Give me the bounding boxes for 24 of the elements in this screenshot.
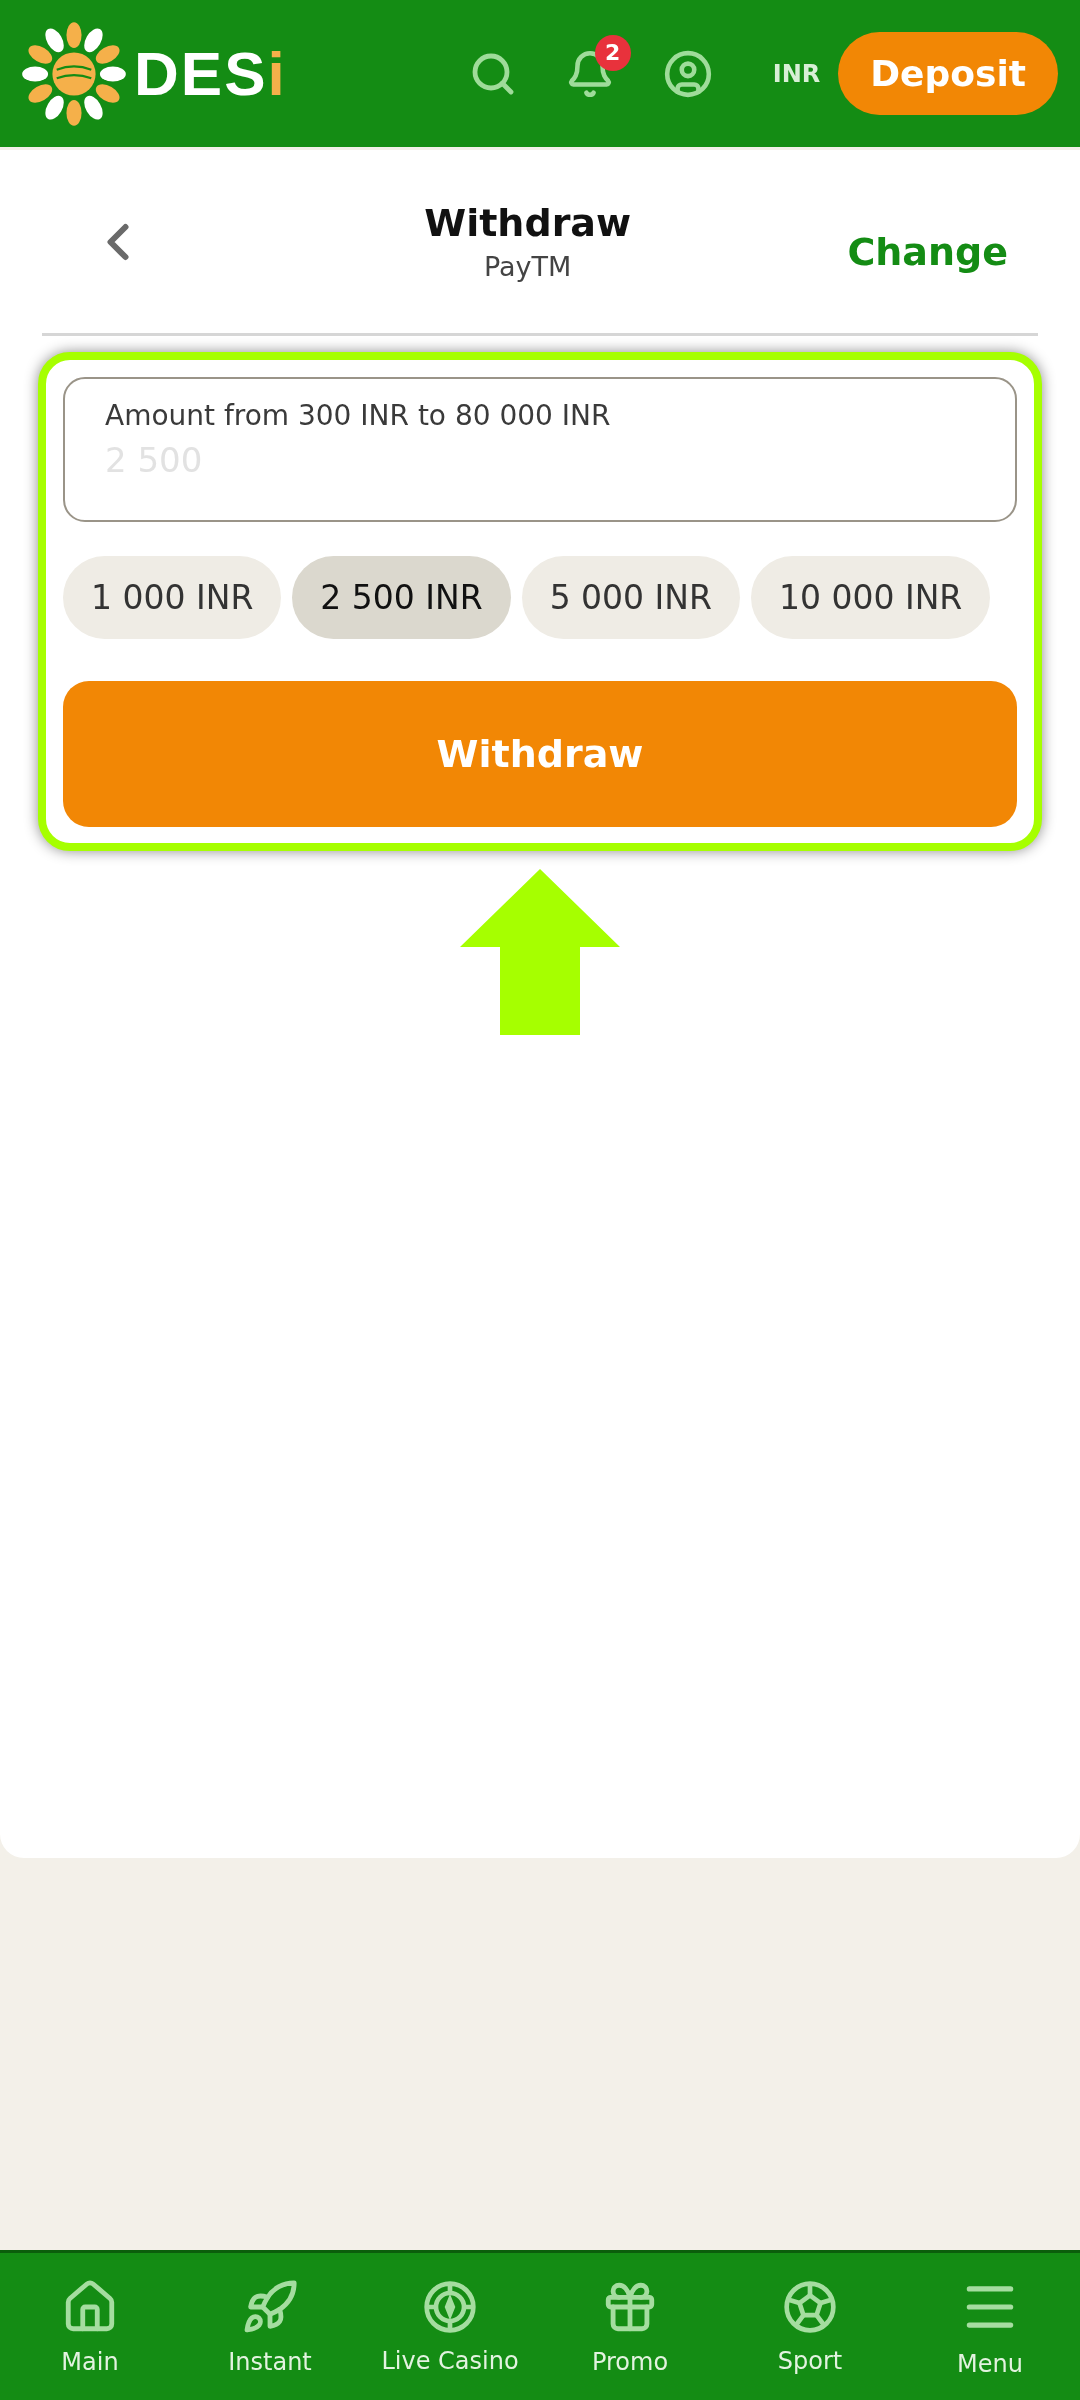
soccer-ball-icon xyxy=(782,2278,838,2335)
deposit-button[interactable]: Deposit xyxy=(838,32,1058,115)
logo-text: DESi xyxy=(134,38,287,109)
nav-item[interactable]: Instant xyxy=(180,2253,360,2400)
flower-logo-icon xyxy=(20,19,128,128)
profile-icon[interactable] xyxy=(662,48,713,99)
amount-chip[interactable]: 10 000 INR xyxy=(750,556,991,639)
change-link[interactable]: Change xyxy=(847,229,1008,274)
currency-label: INR xyxy=(772,59,821,88)
nav-item[interactable]: Promo xyxy=(540,2253,720,2400)
up-arrow-icon xyxy=(458,867,622,1037)
withdraw-button[interactable]: Withdraw xyxy=(63,681,1017,827)
page-subtitle: PayTM xyxy=(484,251,572,282)
amount-chip[interactable]: 5 000 INR xyxy=(521,556,740,639)
amount-chip[interactable]: 2 500 INR xyxy=(292,556,511,639)
nav-item[interactable]: Sport xyxy=(720,2253,900,2400)
nav-item[interactable]: Live Casino xyxy=(360,2253,540,2400)
nav-item[interactable]: Menu xyxy=(900,2253,1080,2400)
page-title: Withdraw xyxy=(424,201,632,245)
casino-chip-icon xyxy=(422,2278,478,2335)
field-label: Amount from 300 INR to 80 000 INR xyxy=(105,399,612,432)
notification-badge: 2 xyxy=(594,34,631,71)
nav-item[interactable]: Main xyxy=(0,2253,180,2400)
amount-chip[interactable]: 1 000 INR xyxy=(63,556,282,639)
